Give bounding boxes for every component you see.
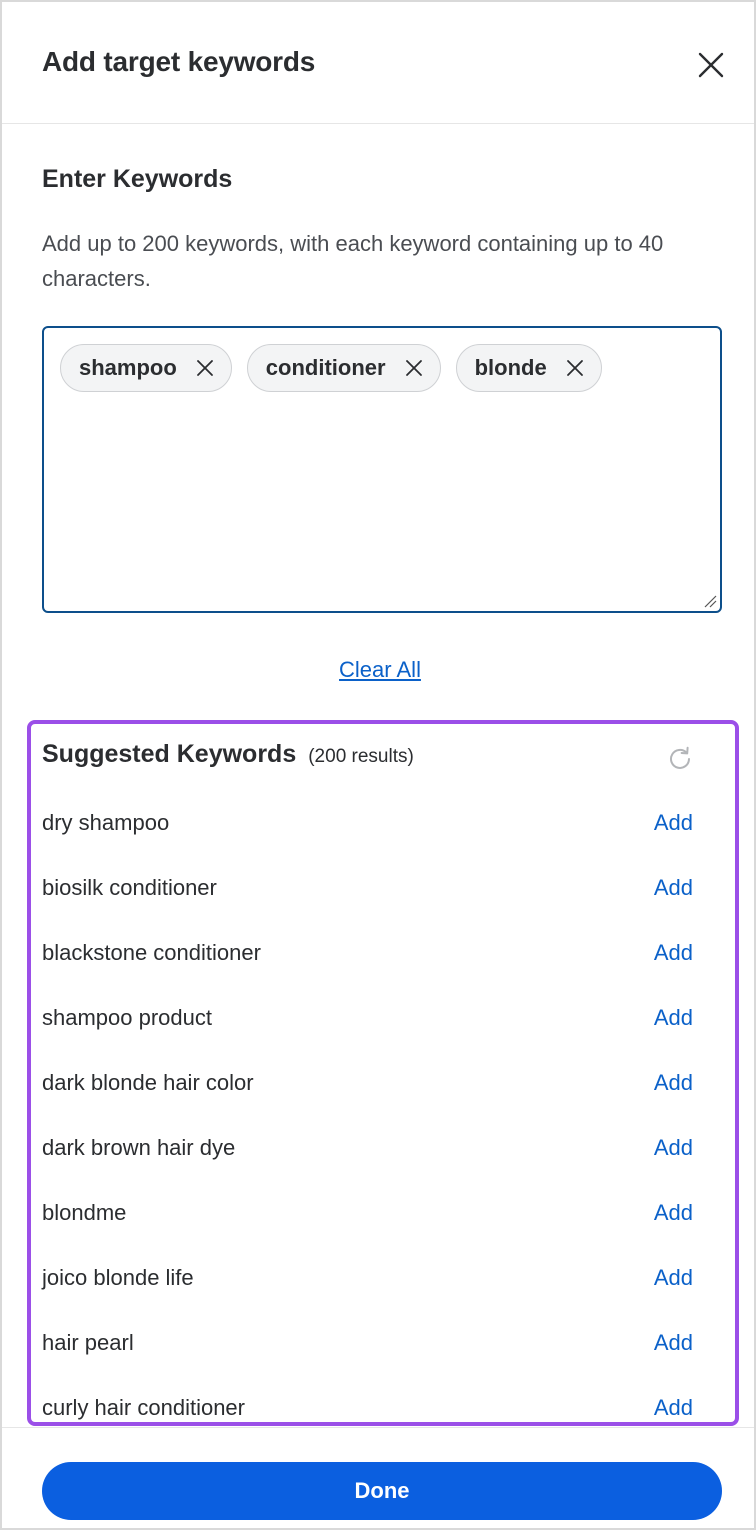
close-icon: [698, 52, 724, 78]
results-count: (200 results): [308, 746, 414, 767]
add-button[interactable]: Add: [654, 940, 693, 966]
list-item: dark blonde hair color Add: [31, 1050, 735, 1115]
add-button[interactable]: Add: [654, 1070, 693, 1096]
resize-handle-icon[interactable]: [703, 594, 717, 608]
keywords-input[interactable]: shampoo conditioner blonde: [42, 326, 722, 613]
suggested-keyword: blackstone conditioner: [42, 939, 261, 965]
close-button[interactable]: [692, 46, 730, 84]
suggested-keyword: shampoo product: [42, 1004, 212, 1030]
suggested-keyword: dark blonde hair color: [42, 1069, 254, 1095]
keyword-chip: conditioner: [246, 344, 441, 392]
enter-keywords-heading: Enter Keywords: [42, 165, 233, 193]
refresh-icon[interactable]: [665, 744, 695, 774]
list-item: blackstone conditioner Add: [31, 920, 735, 985]
suggested-keyword: joico blonde life: [42, 1264, 194, 1290]
add-button[interactable]: Add: [654, 1330, 693, 1356]
list-item: hair pearl Add: [31, 1310, 735, 1375]
keyword-chip-label: shampoo: [79, 355, 177, 380]
suggested-keywords-panel: Suggested Keywords (200 results) dry sha…: [27, 720, 739, 1426]
suggested-keyword: dry shampoo: [42, 809, 170, 835]
add-button[interactable]: Add: [654, 1265, 693, 1291]
add-button[interactable]: Add: [654, 1135, 693, 1161]
keyword-chip-label: conditioner: [265, 355, 386, 380]
add-button[interactable]: Add: [654, 1005, 693, 1031]
list-item: joico blonde life Add: [31, 1245, 735, 1310]
clear-all-link[interactable]: Clear All: [339, 657, 421, 682]
list-item: dark brown hair dye Add: [31, 1115, 735, 1180]
dialog-title: Add target keywords: [42, 46, 316, 77]
dialog-header: Add target keywords: [2, 2, 754, 124]
suggested-title: Suggested Keywords: [42, 740, 297, 768]
close-icon[interactable]: [195, 358, 215, 378]
done-button[interactable]: Done: [42, 1462, 722, 1520]
keyword-help-text: Add up to 200 keywords, with each keywor…: [42, 231, 664, 291]
suggested-keyword: biosilk conditioner: [42, 874, 217, 900]
list-item: blondme Add: [31, 1180, 735, 1245]
suggested-keyword: hair pearl: [42, 1329, 134, 1355]
keyword-chip: shampoo: [60, 344, 232, 392]
add-button[interactable]: Add: [654, 875, 693, 901]
suggested-list: dry shampoo Add biosilk conditioner Add …: [31, 790, 735, 1422]
suggested-keyword: blondme: [42, 1199, 127, 1225]
add-button[interactable]: Add: [654, 1200, 693, 1226]
list-item: shampoo product Add: [31, 985, 735, 1050]
suggested-keyword: dark brown hair dye: [42, 1134, 236, 1160]
keyword-chips: shampoo conditioner blonde: [60, 344, 602, 392]
dialog-footer: Done: [2, 1427, 754, 1530]
add-button[interactable]: Add: [654, 1395, 693, 1421]
suggested-keyword: curly hair conditioner: [42, 1394, 245, 1420]
keyword-chip-label: blonde: [474, 355, 547, 380]
keyword-chip: blonde: [455, 344, 602, 392]
clear-all-container: Clear All: [2, 657, 756, 683]
dialog: Add target keywords Enter Keywords Add u…: [0, 0, 756, 1530]
close-icon[interactable]: [565, 358, 585, 378]
close-icon[interactable]: [404, 358, 424, 378]
list-item: dry shampoo Add: [31, 790, 735, 855]
suggested-header: Suggested Keywords (200 results): [42, 740, 414, 769]
add-button[interactable]: Add: [654, 810, 693, 836]
list-item: biosilk conditioner Add: [31, 855, 735, 920]
list-item: curly hair conditioner Add: [31, 1375, 735, 1422]
